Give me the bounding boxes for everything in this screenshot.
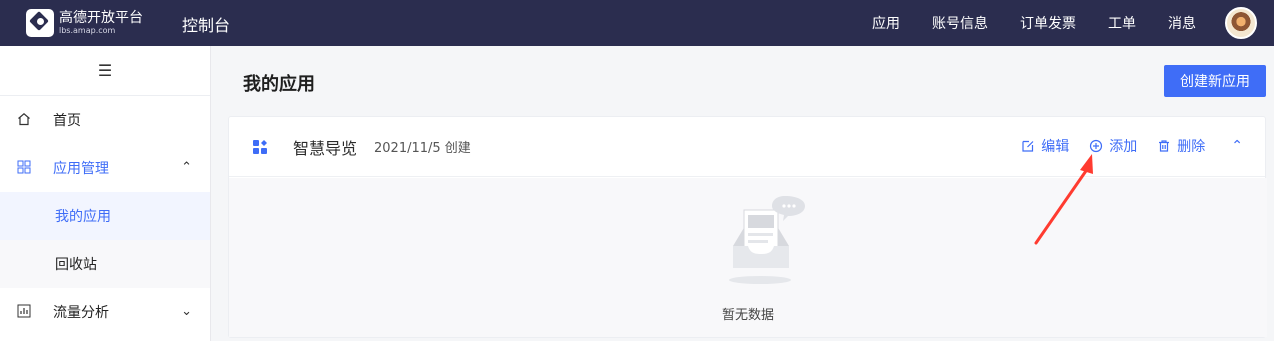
sidebar-item-label: 我的应用 <box>55 209 111 225</box>
application-card: 智慧导览 2021/11/5 创建 编辑 添加 删除 ⌃ 暂无数据 <box>228 116 1267 338</box>
sidebar-item-my-apps[interactable]: 我的应用 <box>0 192 210 240</box>
chart-icon <box>17 304 31 318</box>
chevron-up-icon: ⌃ <box>181 160 192 175</box>
grid-icon <box>17 160 31 174</box>
logo-text: 高德开放平台 lbs.amap.com <box>59 11 143 35</box>
user-avatar[interactable] <box>1225 7 1257 39</box>
sidebar-item-app-management[interactable]: 应用管理 ⌃ <box>0 144 210 192</box>
brand-name: 高德开放平台 <box>59 10 143 26</box>
sidebar-item-traffic-analysis[interactable]: 流量分析 ⌄ <box>0 288 210 336</box>
home-icon <box>18 113 30 126</box>
main-content: 我的应用 创建新应用 智慧导览 2021/11/5 创建 编辑 添加 删除 ⌃ … <box>212 46 1274 341</box>
add-button[interactable]: 添加 <box>1089 136 1137 156</box>
delete-button[interactable]: 删除 <box>1157 136 1205 156</box>
edit-icon <box>1022 140 1034 152</box>
hamburger-menu-icon: ☰ <box>97 61 113 80</box>
menu-toggle-button[interactable]: ☰ <box>0 46 210 96</box>
sidebar-item-label: 回收站 <box>55 257 97 273</box>
top-nav-apps[interactable]: 应用 <box>872 13 900 33</box>
empty-data-illustration-icon <box>729 196 805 284</box>
page-title: 我的应用 <box>243 74 315 95</box>
amap-open-platform-logo[interactable]: 高德开放平台 lbs.amap.com <box>26 7 150 39</box>
add-label: 添加 <box>1109 139 1138 155</box>
top-nav-orders-invoices[interactable]: 订单发票 <box>1020 13 1076 33</box>
create-new-app-button[interactable]: 创建新应用 <box>1164 65 1266 97</box>
brand-domain: lbs.amap.com <box>59 26 116 35</box>
application-card-header: 智慧导览 2021/11/5 创建 编辑 添加 删除 ⌃ <box>229 117 1265 177</box>
sidebar-navigation: ☰ 首页 应用管理 ⌃ 我的应用 回收站 流量分析 ⌄ <box>0 46 211 341</box>
application-created-date: 2021/11/5 创建 <box>374 141 471 156</box>
top-nav-account-info[interactable]: 账号信息 <box>932 13 988 33</box>
sidebar-item-label: 流量分析 <box>53 305 109 321</box>
sidebar-item-label: 应用管理 <box>53 161 109 177</box>
top-navigation-bar: 高德开放平台 lbs.amap.com 控制台 应用 账号信息 订单发票 工单 … <box>0 0 1274 46</box>
trash-icon <box>1159 140 1170 152</box>
chevron-down-icon: ⌄ <box>181 304 192 319</box>
add-circle-icon <box>1090 139 1103 153</box>
sidebar-item-home[interactable]: 首页 <box>0 96 210 144</box>
edit-button[interactable]: 编辑 <box>1021 136 1069 156</box>
top-nav-menu: 应用 账号信息 订单发票 工单 消息 <box>872 13 1196 33</box>
top-nav-tickets[interactable]: 工单 <box>1108 13 1136 33</box>
empty-state: 暂无数据 <box>229 178 1267 337</box>
collapse-chevron-icon[interactable]: ⌃ <box>1231 138 1243 154</box>
delete-label: 删除 <box>1177 139 1206 155</box>
sidebar-item-recycle-bin[interactable]: 回收站 <box>0 240 210 288</box>
amap-logo-icon <box>26 9 54 37</box>
messages-label: 消息 <box>1168 16 1196 32</box>
console-title[interactable]: 控制台 <box>182 12 230 36</box>
application-name: 智慧导览 <box>293 139 358 158</box>
application-actions: 编辑 添加 删除 ⌃ <box>1021 136 1243 156</box>
sidebar-item-label: 首页 <box>53 113 81 129</box>
empty-state-text: 暂无数据 <box>721 308 774 323</box>
edit-label: 编辑 <box>1041 139 1070 155</box>
top-nav-messages[interactable]: 消息 <box>1168 13 1196 33</box>
application-icon <box>253 140 267 154</box>
